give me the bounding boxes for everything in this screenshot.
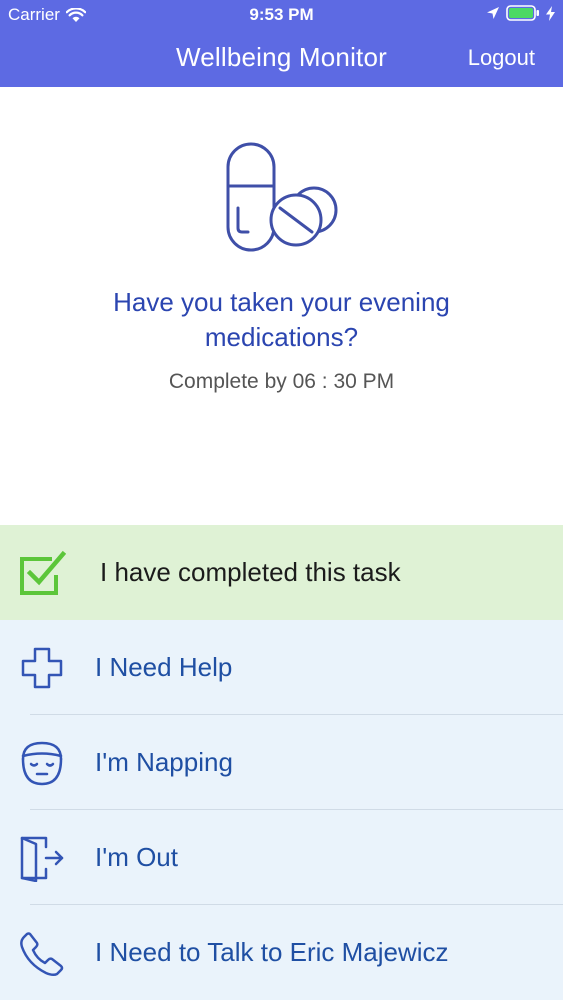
app-header: Carrier 9:53 PM Wellbeing Monitor Logout [0, 0, 563, 87]
need-help-button[interactable]: I Need Help [0, 620, 563, 715]
complete-task-button[interactable]: I have completed this task [0, 525, 563, 620]
due-time-text: Complete by 06 : 30 PM [168, 370, 395, 393]
battery-icon [506, 5, 539, 21]
charging-bolt-icon [546, 5, 555, 21]
napping-label: I'm Napping [95, 747, 233, 777]
plus-cross-icon [21, 647, 63, 689]
medication-question: Have you taken your evening medications? [0, 285, 563, 355]
door-exit-icon [20, 836, 64, 882]
question-line-2: medications? [204, 322, 359, 352]
need-help-label: I Need Help [95, 652, 233, 682]
pills-icon [226, 142, 338, 252]
napping-button[interactable]: I'm Napping [0, 715, 563, 810]
question-line-1: Have you taken your evening [113, 287, 450, 317]
logout-button[interactable]: Logout [468, 45, 535, 71]
checkbox-checked-icon [20, 550, 66, 595]
location-arrow-icon [487, 7, 499, 19]
phone-icon [20, 932, 64, 977]
sleeping-face-icon [21, 741, 63, 786]
talk-to-contact-button[interactable]: I Need to Talk to Eric Majewicz [0, 905, 563, 1000]
out-button[interactable]: I'm Out [0, 810, 563, 905]
out-label: I'm Out [95, 842, 178, 872]
status-indicators [486, 5, 555, 21]
status-time: 9:53 PM [249, 5, 314, 24]
talk-to-contact-label: I Need to Talk to Eric Majewicz [95, 937, 449, 967]
action-list: I have completed this task I Need Help I… [0, 525, 563, 1000]
status-bar: Carrier 9:53 PM [0, 0, 563, 30]
complete-task-label: I have completed this task [100, 557, 401, 587]
